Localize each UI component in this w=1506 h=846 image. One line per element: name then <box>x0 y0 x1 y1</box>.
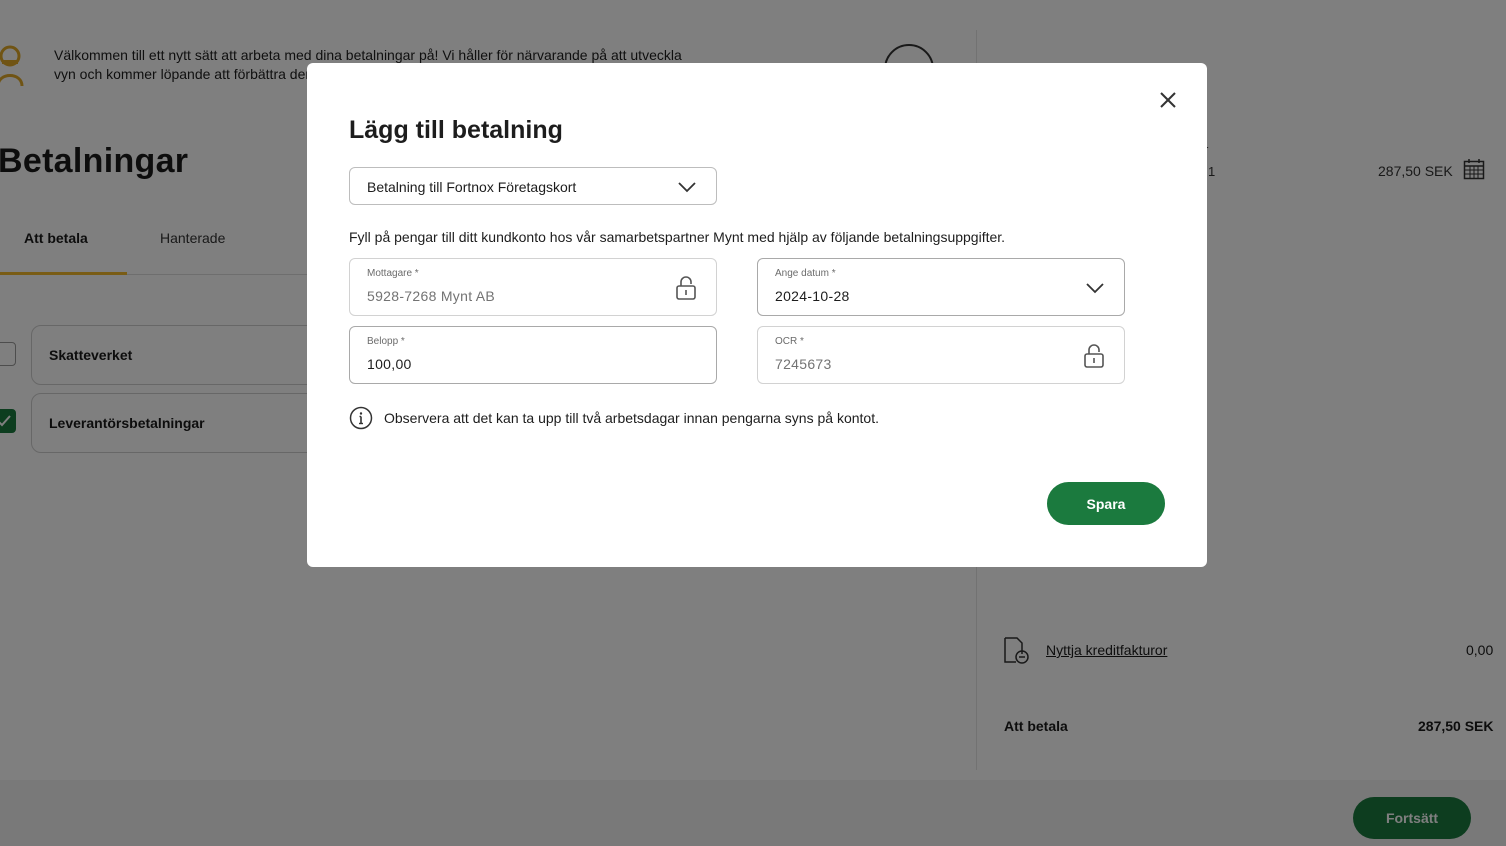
save-button[interactable]: Spara <box>1047 482 1165 525</box>
recipient-value: 5928-7268 Mynt AB <box>367 288 496 304</box>
amount-field[interactable]: Belopp * 100,00 <box>349 326 717 384</box>
modal-description: Fyll på pengar till ditt kundkonto hos v… <box>349 229 1006 245</box>
recipient-label: Mottagare * <box>367 268 419 279</box>
lock-icon <box>676 276 696 300</box>
payment-type-value: Betalning till Fortnox Företagskort <box>367 179 577 195</box>
date-field[interactable]: Ange datum * 2024-10-28 <box>757 258 1125 316</box>
payment-type-select[interactable]: Betalning till Fortnox Företagskort <box>349 167 717 205</box>
info-icon <box>349 406 373 430</box>
chevron-down-icon <box>678 182 696 193</box>
modal-title: Lägg till betalning <box>349 116 563 144</box>
lock-icon <box>1084 344 1104 368</box>
info-notice: Observera att det kan ta upp till två ar… <box>384 410 879 426</box>
date-value: 2024-10-28 <box>775 288 850 304</box>
date-label: Ange datum * <box>775 268 836 279</box>
close-icon[interactable] <box>1158 90 1178 110</box>
chevron-down-icon <box>1086 283 1104 294</box>
ocr-field: OCR * 7245673 <box>757 326 1125 384</box>
ocr-label: OCR * <box>775 336 804 347</box>
recipient-field: Mottagare * 5928-7268 Mynt AB <box>349 258 717 316</box>
amount-value: 100,00 <box>367 356 412 372</box>
add-payment-modal: Lägg till betalning Betalning till Fortn… <box>307 63 1207 567</box>
amount-label: Belopp * <box>367 336 405 347</box>
ocr-value: 7245673 <box>775 356 832 372</box>
